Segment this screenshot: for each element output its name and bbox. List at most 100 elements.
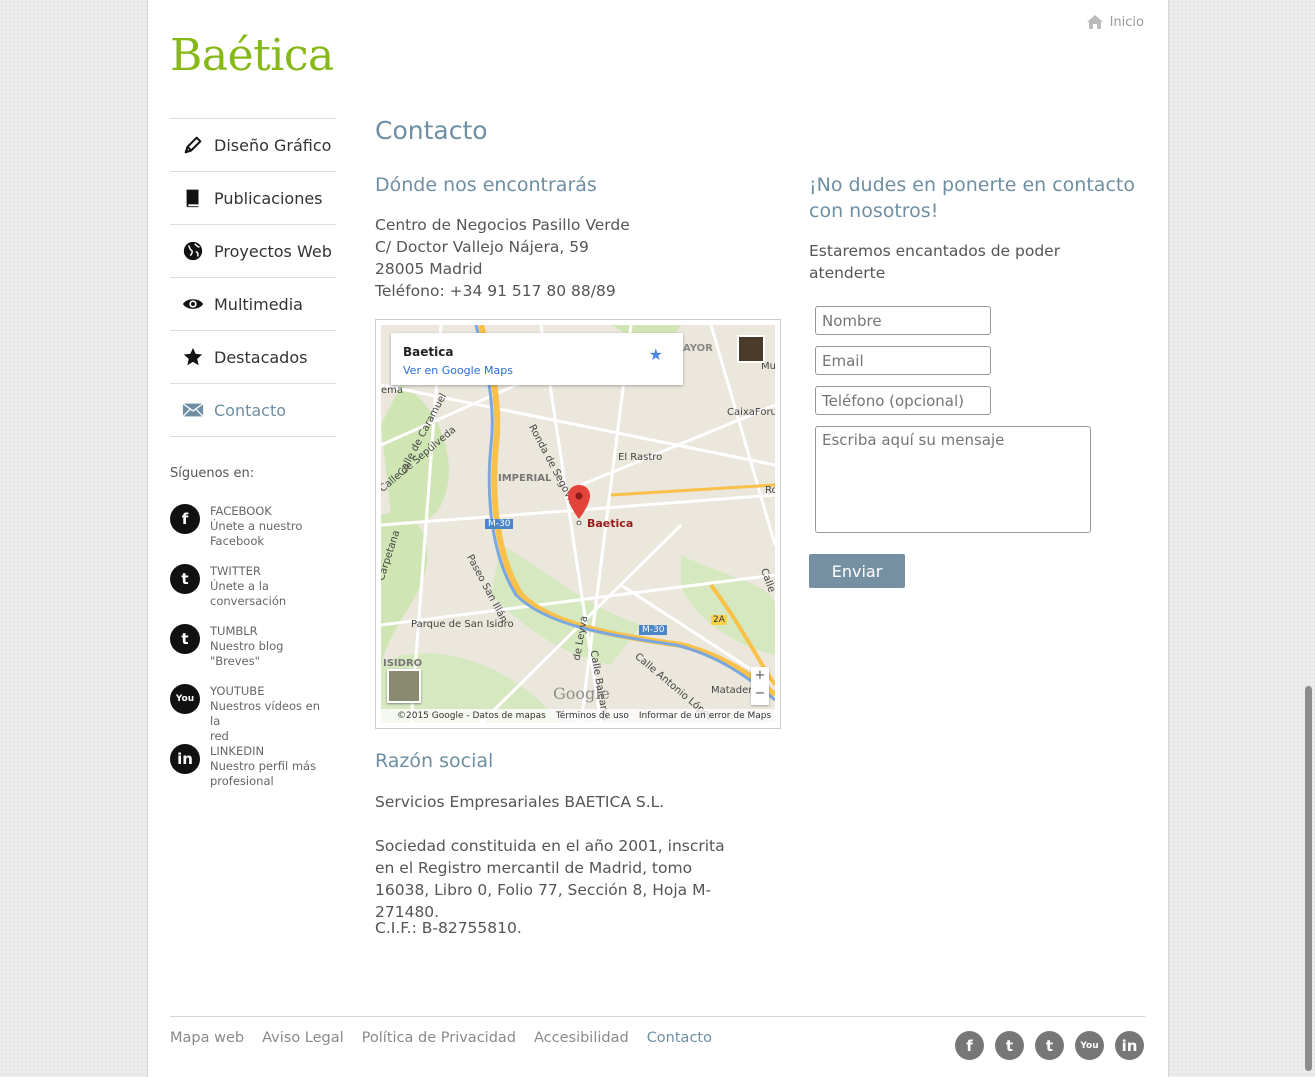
- twitter-icon[interactable]: t: [995, 1031, 1024, 1060]
- pencil-icon: [170, 134, 214, 156]
- tumblr-icon: t: [170, 624, 200, 654]
- sidebar-item-diseno-grafico[interactable]: Diseño Gráfico: [170, 119, 336, 172]
- footer-link-aviso-legal[interactable]: Aviso Legal: [262, 1030, 344, 1046]
- zoom-out-button[interactable]: −: [751, 685, 769, 703]
- social-linkedin[interactable]: in LINKEDIN Nuestro perfil más profesional: [170, 744, 330, 804]
- company-registry: Sociedad constituida en el año 2001, ins…: [375, 837, 725, 921]
- map-label: IMPERIAL: [498, 473, 552, 484]
- footer-link-privacidad[interactable]: Política de Privacidad: [362, 1030, 516, 1046]
- road-shield: M-30: [639, 625, 668, 635]
- twitter-icon: t: [170, 564, 200, 594]
- social-twitter[interactable]: t TWITTER Únete a la conversación: [170, 564, 330, 624]
- linkedin-icon[interactable]: in: [1115, 1031, 1144, 1060]
- footer-divider: [170, 1016, 1145, 1017]
- map-label: El Rastro: [618, 452, 663, 463]
- sidebar-item-destacados[interactable]: Destacados: [170, 331, 336, 384]
- address-block: Centro de Negocios Pasillo Verde C/ Doct…: [375, 214, 775, 302]
- facebook-icon[interactable]: f: [955, 1031, 984, 1060]
- where-title: Dónde nos encontrarás: [375, 174, 597, 196]
- map-info-card: Baetica Ver en Google Maps ★: [391, 333, 683, 385]
- sidebar-item-multimedia[interactable]: Multimedia: [170, 278, 336, 331]
- map-footer: ©2015 Google - Datos de mapas Términos d…: [381, 709, 775, 723]
- social-desc: profesional: [210, 774, 274, 788]
- satellite-toggle[interactable]: [387, 669, 421, 703]
- social-desc: Únete a nuestro: [210, 519, 303, 533]
- contact-form: ¡No dudes en ponerte en contacto con nos…: [809, 172, 1149, 588]
- form-intro: Estaremos encantados de poder atenderte: [809, 242, 1061, 282]
- address-phone: Teléfono: +34 91 517 80 88/89: [375, 282, 616, 300]
- footer-link-mapa-web[interactable]: Mapa web: [170, 1030, 244, 1046]
- home-label: Inicio: [1109, 14, 1144, 30]
- linkedin-icon: in: [170, 744, 200, 774]
- map-terms-link[interactable]: Términos de uso: [556, 711, 629, 721]
- map-card-link[interactable]: Ver en Google Maps: [403, 364, 513, 377]
- zoom-control: + −: [751, 667, 769, 705]
- home-icon: [1086, 15, 1103, 29]
- company-cif: C.I.F.: B-82755810.: [375, 919, 522, 937]
- razon-title: Razón social: [375, 750, 494, 772]
- social-desc: Nuestro blog: [210, 639, 284, 653]
- page-title: Contacto: [375, 116, 488, 145]
- sidebar-item-label: Diseño Gráfico: [214, 135, 332, 155]
- marker-label: Baetica: [587, 517, 634, 530]
- phone-field[interactable]: [815, 386, 991, 415]
- tumblr-icon[interactable]: t: [1035, 1031, 1064, 1060]
- sidebar-item-publicaciones[interactable]: Publicaciones: [170, 172, 336, 225]
- social-name: FACEBOOK: [210, 504, 272, 518]
- google-logo: Google: [553, 684, 610, 703]
- eye-icon: [170, 293, 214, 315]
- send-button[interactable]: Enviar: [809, 554, 905, 588]
- map-label: CaixaForu: [727, 407, 775, 418]
- youtube-icon: You: [170, 684, 200, 714]
- page-container: Baética Inicio Diseño Gráfico Publicacio…: [147, 0, 1169, 1077]
- save-star-icon[interactable]: ★: [649, 345, 663, 364]
- sidebar-nav: Diseño Gráfico Publicaciones Proyectos W…: [170, 118, 336, 437]
- map-canvas[interactable]: El Rastro IMPERIAL Parque de San Isidro …: [381, 325, 775, 723]
- site-logo[interactable]: Baética: [170, 30, 334, 81]
- sidebar-item-proyectos-web[interactable]: Proyectos Web: [170, 225, 336, 278]
- social-desc: red: [210, 729, 229, 743]
- message-field[interactable]: [815, 426, 1091, 533]
- footer-social: f t t You in: [955, 1031, 1144, 1060]
- youtube-icon[interactable]: You: [1075, 1031, 1104, 1060]
- map-embed[interactable]: El Rastro IMPERIAL Parque de San Isidro …: [375, 319, 781, 729]
- name-field[interactable]: [815, 306, 991, 335]
- footer-link-contacto[interactable]: Contacto: [647, 1030, 712, 1046]
- address-line: C/ Doctor Vallejo Nájera, 59: [375, 238, 589, 256]
- social-desc: Únete a la: [210, 579, 269, 593]
- home-link[interactable]: Inicio: [1086, 14, 1144, 30]
- social-desc: Facebook: [210, 534, 265, 548]
- address-line: 28005 Madrid: [375, 260, 483, 278]
- footer-link-accesibilidad[interactable]: Accesibilidad: [534, 1030, 629, 1046]
- email-field[interactable]: [815, 346, 991, 375]
- form-title: ¡No dudes en ponerte en contacto con nos…: [809, 174, 1135, 222]
- streetview-photo[interactable]: [737, 335, 765, 363]
- road-shield: 2A: [711, 615, 727, 625]
- globe-icon: [170, 240, 214, 262]
- map-report-link[interactable]: Informar de un error de Maps: [639, 711, 771, 721]
- sidebar-item-label: Publicaciones: [214, 188, 323, 208]
- social-name: YOUTUBE: [210, 684, 265, 698]
- road-shield: M-30: [485, 519, 514, 529]
- social-name: LINKEDIN: [210, 744, 265, 758]
- social-list: f FACEBOOK Únete a nuestro Facebook t TWIT…: [170, 504, 330, 804]
- social-name: TUMBLR: [210, 624, 258, 638]
- social-desc: conversación: [210, 594, 287, 608]
- sidebar-item-label: Destacados: [214, 347, 308, 367]
- sidebar-item-contacto[interactable]: Contacto: [170, 384, 336, 437]
- social-facebook[interactable]: f FACEBOOK Únete a nuestro Facebook: [170, 504, 330, 564]
- zoom-in-button[interactable]: +: [751, 667, 769, 685]
- book-icon: [170, 187, 214, 209]
- map-copyright: ©2015 Google - Datos de mapas: [397, 711, 546, 721]
- footer-links: Mapa web Aviso Legal Política de Privaci…: [170, 1030, 712, 1046]
- facebook-icon: f: [170, 504, 200, 534]
- page-scrollbar[interactable]: [1301, 0, 1315, 1077]
- social-desc: Nuestros vídeos en la: [210, 699, 321, 728]
- map-label: ISIDRO: [383, 658, 423, 669]
- star-icon: [170, 346, 214, 368]
- scrollbar-thumb[interactable]: [1305, 686, 1312, 1071]
- map-label: Ro: [765, 485, 775, 496]
- social-tumblr[interactable]: t TUMBLR Nuestro blog "Breves": [170, 624, 330, 684]
- map-label: ema: [381, 385, 404, 396]
- social-youtube[interactable]: You YOUTUBE Nuestros vídeos en la red: [170, 684, 330, 744]
